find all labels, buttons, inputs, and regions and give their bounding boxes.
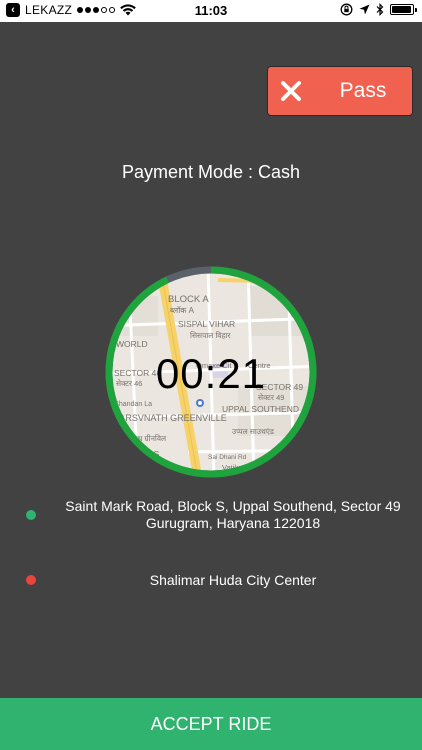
map-label: PARSVNATH GREENVILLE	[114, 413, 227, 423]
payment-mode: Payment Mode : Cash	[121, 162, 301, 182]
dropoff-address: Shalimar Huda City Center	[149, 572, 317, 588]
battery-level	[392, 6, 411, 13]
map-label: ब्लॉक A	[170, 306, 195, 315]
map-label: UPPAL SOUTHEND	[222, 404, 299, 414]
map-label: Sai Dhani Rd	[208, 454, 247, 461]
map-label: सिसपाल विहार	[190, 331, 231, 340]
close-icon	[281, 81, 301, 101]
status-bar: ‹ LEKAZZ 11:03	[0, 0, 422, 22]
pass-label: Pass	[339, 79, 387, 102]
map-label: पार्श्वनाथ ग्रीनविल	[118, 434, 167, 443]
location-arrow-icon	[359, 4, 370, 15]
dropoff-dot-icon	[26, 575, 36, 585]
pass-button[interactable]: Pass	[267, 66, 413, 116]
pickup-address: Saint Mark Road, Block S, Uppal Southend…	[58, 498, 408, 532]
timer-value: 00:21	[155, 350, 267, 397]
orientation-lock-icon	[340, 3, 353, 16]
bluetooth-icon	[376, 3, 384, 16]
status-right	[340, 3, 417, 16]
map-label: SISPAL VIHAR	[178, 319, 235, 329]
ride-timer: BLOCK A ब्लॉक A SISPAL VIHAR सिसपाल विहा…	[98, 266, 324, 478]
map-label: BLOCK A	[168, 294, 209, 305]
pickup-address-line1: Saint Mark Road, Block S, Uppal Southend…	[65, 498, 401, 514]
battery-icon	[390, 4, 417, 15]
map-label: WORLD	[116, 339, 148, 349]
pickup-address-line2: Gurugram, Haryana 122018	[145, 515, 321, 531]
pickup-dot-icon	[26, 510, 36, 520]
accept-ride-button[interactable]: ACCEPT RIDE	[0, 698, 422, 750]
map-label: उप्पल साउथएंड	[232, 427, 275, 436]
